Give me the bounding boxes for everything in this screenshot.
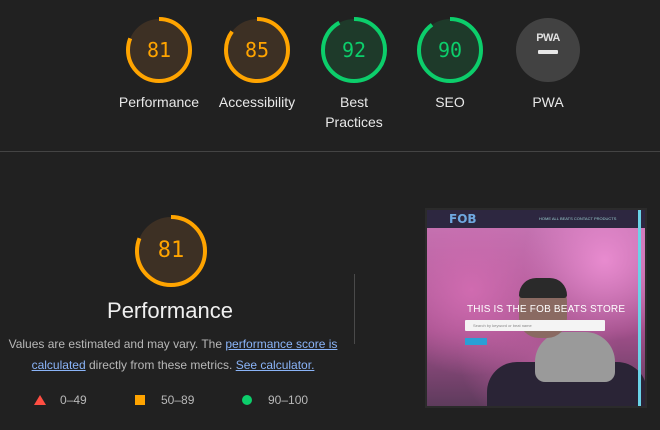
square-icon [135, 395, 145, 405]
screenshot-person [487, 278, 645, 406]
seo-gauge: 90 [416, 16, 484, 84]
final-screenshot[interactable]: FOB HOME ALL BEATS CONTACT PRODUCTS THIS… [425, 208, 647, 408]
performance-big-gauge: 81 [134, 214, 208, 288]
screenshot-edge-strip [638, 210, 641, 406]
screenshot-headline: THIS IS THE FOB BEATS STORE [467, 304, 626, 315]
pwa-badge: PWA [516, 18, 580, 82]
description-text: directly from these metrics. [85, 358, 236, 372]
screenshot-button [465, 338, 487, 345]
score-legend: 0–49 50–89 90–100 [34, 390, 334, 410]
category-best-practices[interactable]: 92 Best Practices [304, 16, 404, 132]
screenshot-nav-links: HOME ALL BEATS CONTACT PRODUCTS [539, 216, 617, 221]
screenshot-search-box: Search by keyword or beat name [465, 320, 605, 331]
gauge-score: 90 [437, 38, 463, 62]
legend-item-average: 50–89 [135, 390, 225, 410]
legend-item-pass: 90–100 [242, 390, 332, 410]
triangle-icon [34, 395, 46, 405]
pwa-badge-icon: PWA [514, 16, 582, 84]
performance-description: Values are estimated and may vary. The p… [8, 334, 338, 376]
person-hood [535, 332, 615, 382]
performance-title: Performance [107, 298, 233, 323]
accessibility-gauge: 85 [223, 16, 291, 84]
circle-icon [242, 395, 252, 405]
legend-range: 90–100 [268, 393, 309, 407]
gauge-label: PWA [532, 94, 564, 110]
best-practices-gauge: 92 [320, 16, 388, 84]
gauge-score: 92 [341, 38, 367, 62]
person-hair [519, 278, 567, 298]
legend-item-fail: 0–49 [34, 390, 114, 410]
pwa-badge-text: PWA [536, 32, 560, 44]
screenshot-search-placeholder: Search by keyword or beat name [473, 323, 532, 328]
gauge-label: SEO [435, 94, 465, 110]
category-pwa[interactable]: PWA PWA [498, 16, 598, 112]
vertical-separator [354, 274, 355, 344]
gauge-label: Accessibility [218, 94, 296, 110]
gauge-label: Performance [118, 94, 200, 110]
screenshot-navbar: FOB HOME ALL BEATS CONTACT PRODUCTS [427, 210, 645, 228]
gauge-score: 81 [157, 238, 185, 263]
gauge-label: Best Practices [325, 94, 383, 130]
legend-range: 0–49 [60, 393, 87, 407]
category-accessibility[interactable]: 85 Accessibility [207, 16, 307, 112]
performance-section: 81 Performance Values are estimated and … [0, 152, 660, 430]
gauge-score: 81 [146, 38, 172, 62]
performance-gauge: 81 [125, 16, 193, 84]
category-gauges: 81 Performance 85 Accessibility 92 Best … [0, 0, 660, 152]
gauge-score: 85 [244, 38, 270, 62]
description-text: Values are estimated and may vary. The [8, 337, 226, 351]
screenshot-logo: FOB [449, 212, 477, 226]
see-calculator-link[interactable]: See calculator. [236, 358, 315, 372]
legend-range: 50–89 [161, 393, 195, 407]
category-performance[interactable]: 81 Performance [109, 16, 209, 112]
category-seo[interactable]: 90 SEO [400, 16, 500, 112]
pwa-dash-icon [538, 50, 558, 54]
